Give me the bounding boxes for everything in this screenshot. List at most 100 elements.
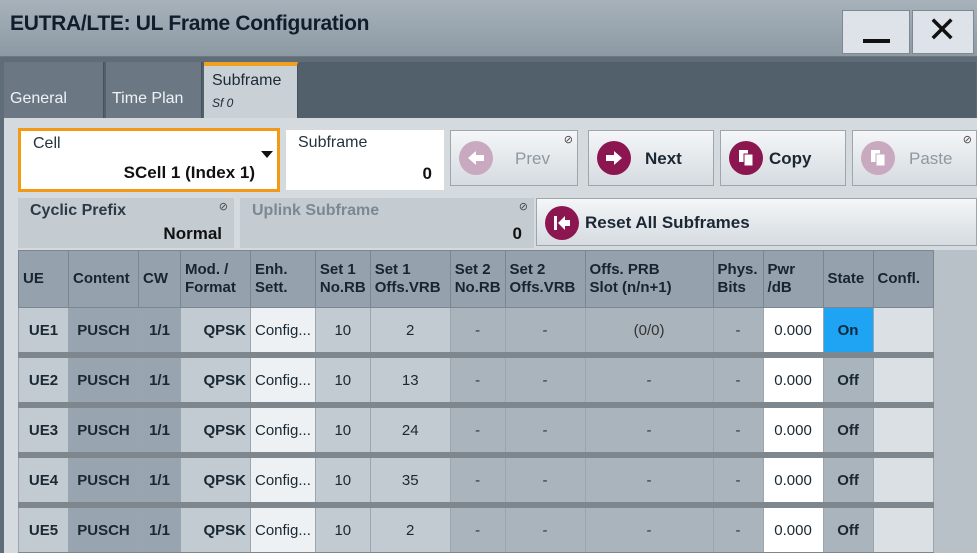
close-button[interactable]: ✕ — [912, 9, 974, 54]
prev-button[interactable]: Prev ⊘ — [450, 130, 578, 186]
offs-prb-cell: (0/0) — [584, 307, 714, 358]
column-header: Phys. Bits — [712, 250, 764, 308]
cw-cell[interactable]: 1/1 — [138, 355, 181, 408]
modulation-cell[interactable]: QPSK — [180, 455, 251, 508]
tab-label: General — [10, 90, 67, 107]
cw-cell[interactable]: 1/1 — [138, 405, 181, 458]
column-header: Offs. PRB Slot (n/n+1) — [584, 250, 714, 308]
column-header: Set 1 No.RB — [314, 250, 371, 308]
ue-cell: UE5 — [18, 505, 69, 553]
column-header-text: Sett. — [255, 279, 288, 296]
set1-nrb-cell[interactable]: 10 — [314, 355, 371, 408]
column-header-text: Enh. — [255, 261, 288, 278]
column-header-text: Bits — [717, 279, 746, 296]
set1-offs-vrb-cell[interactable]: 2 — [369, 307, 451, 358]
set2-nrb-cell: - — [449, 307, 506, 358]
subframe-panel: Cell SCell 1 (Index 1) Subframe 0 Prev ⊘… — [4, 118, 977, 553]
column-header: Set 1 Offs.VRB — [369, 250, 451, 308]
enh-settings-button[interactable]: Config... — [250, 455, 316, 508]
paste-button[interactable]: Paste ⊘ — [852, 130, 977, 186]
uplink-subframe-field: Uplink Subframe 0 ⊘ — [240, 198, 534, 248]
phys-bits-cell: - — [712, 355, 764, 408]
column-header-text: Format — [185, 279, 236, 296]
prev-label: Prev — [515, 149, 550, 168]
column-header-text: Mod. / — [185, 261, 229, 278]
tab-general[interactable]: General — [4, 62, 104, 118]
phys-bits-cell: - — [712, 405, 764, 458]
enh-settings-button[interactable]: Config... — [250, 307, 316, 358]
cw-cell[interactable]: 1/1 — [138, 505, 181, 553]
dropdown-arrow-icon — [261, 151, 273, 158]
table-header-row: UE Content CW Mod. / Format Enh. Sett. Set 1 No.… — [18, 250, 934, 308]
arrow-left-icon — [459, 141, 493, 175]
offs-prb-cell: - — [584, 405, 714, 458]
subframe-value: 0 — [422, 164, 432, 183]
set1-offs-vrb-cell[interactable]: 13 — [369, 355, 451, 408]
table-row: UE4 PUSCH 1/1 QPSK Config... 10 35- - - -0.000 Off — [18, 455, 934, 508]
tab-label: Subframe — [212, 72, 282, 89]
modulation-cell[interactable]: QPSK — [180, 307, 251, 358]
modulation-cell[interactable]: QPSK — [180, 505, 251, 553]
power-cell[interactable]: 0.000 — [762, 455, 824, 508]
power-cell[interactable]: 0.000 — [762, 307, 824, 358]
column-header: CW — [138, 250, 181, 308]
state-toggle[interactable]: Off — [822, 355, 874, 408]
cell-select[interactable]: Cell SCell 1 (Index 1) — [18, 128, 280, 192]
content-cell[interactable]: PUSCH — [68, 455, 139, 508]
cw-cell[interactable]: 1/1 — [138, 455, 181, 508]
ue-cell: UE1 — [18, 307, 69, 358]
window-title: EUTRA/LTE: UL Frame Configuration — [10, 12, 370, 35]
set1-nrb-cell[interactable]: 10 — [314, 505, 371, 553]
set1-offs-vrb-cell[interactable]: 2 — [369, 505, 451, 553]
state-toggle[interactable]: On — [822, 307, 874, 358]
set1-nrb-cell[interactable]: 10 — [314, 455, 371, 508]
enh-settings-button[interactable]: Config... — [250, 405, 316, 458]
power-cell[interactable]: 0.000 — [762, 355, 824, 408]
enh-settings-button[interactable]: Config... — [250, 355, 316, 408]
state-toggle[interactable]: Off — [822, 505, 874, 553]
set2-nrb-cell: - — [449, 355, 506, 408]
set1-offs-vrb-cell[interactable]: 35 — [369, 455, 451, 508]
set1-nrb-cell[interactable]: 10 — [314, 405, 371, 458]
tab-time-plan[interactable]: Time Plan — [106, 62, 202, 118]
content-cell[interactable]: PUSCH — [68, 355, 139, 408]
power-cell[interactable]: 0.000 — [762, 505, 824, 553]
enh-settings-button[interactable]: Config... — [250, 505, 316, 553]
column-header-text: No.RB — [454, 279, 501, 296]
column-header-text: CW — [143, 270, 168, 287]
state-toggle[interactable]: Off — [822, 405, 874, 458]
phys-bits-cell: - — [712, 455, 764, 508]
set1-nrb-cell[interactable]: 10 — [314, 307, 371, 358]
column-header: UE — [18, 250, 69, 308]
column-header: Enh. Sett. — [250, 250, 316, 308]
content-cell[interactable]: PUSCH — [68, 307, 139, 358]
conflict-cell — [872, 455, 934, 508]
column-header-text: Slot (n/n+1) — [589, 279, 672, 296]
tab-subframe[interactable]: Subframe Sf 0 — [204, 62, 298, 118]
column-header: Confl. — [872, 250, 934, 308]
set2-offs-vrb-cell: - — [504, 505, 586, 553]
minimize-button[interactable] — [842, 10, 910, 54]
cyclic-prefix-field: Cyclic Prefix Normal ⊘ — [18, 198, 234, 248]
cyclic-prefix-label: Cyclic Prefix — [30, 202, 127, 219]
next-button[interactable]: Next — [588, 130, 714, 186]
column-header-text: Offs. PRB — [589, 261, 660, 278]
column-header-text: Set 2 — [454, 261, 491, 278]
content-cell[interactable]: PUSCH — [68, 505, 139, 553]
column-header-text: Offs.VRB — [374, 279, 441, 296]
column-header-text: No.RB — [319, 279, 366, 296]
copy-button[interactable]: Copy — [720, 130, 846, 186]
reset-all-subframes-button[interactable]: Reset All Subframes — [536, 198, 977, 246]
set1-offs-vrb-cell[interactable]: 24 — [369, 405, 451, 458]
uplink-subframe-value: 0 — [512, 224, 522, 243]
column-header: Mod. / Format — [180, 250, 251, 308]
content-cell[interactable]: PUSCH — [68, 405, 139, 458]
modulation-cell[interactable]: QPSK — [180, 405, 251, 458]
ue-cell: UE4 — [18, 455, 69, 508]
modulation-cell[interactable]: QPSK — [180, 355, 251, 408]
cw-cell[interactable]: 1/1 — [138, 307, 181, 358]
state-toggle[interactable]: Off — [822, 455, 874, 508]
power-cell[interactable]: 0.000 — [762, 405, 824, 458]
column-header-text: Phys. — [717, 261, 758, 278]
subframe-input[interactable]: Subframe 0 — [286, 130, 444, 190]
